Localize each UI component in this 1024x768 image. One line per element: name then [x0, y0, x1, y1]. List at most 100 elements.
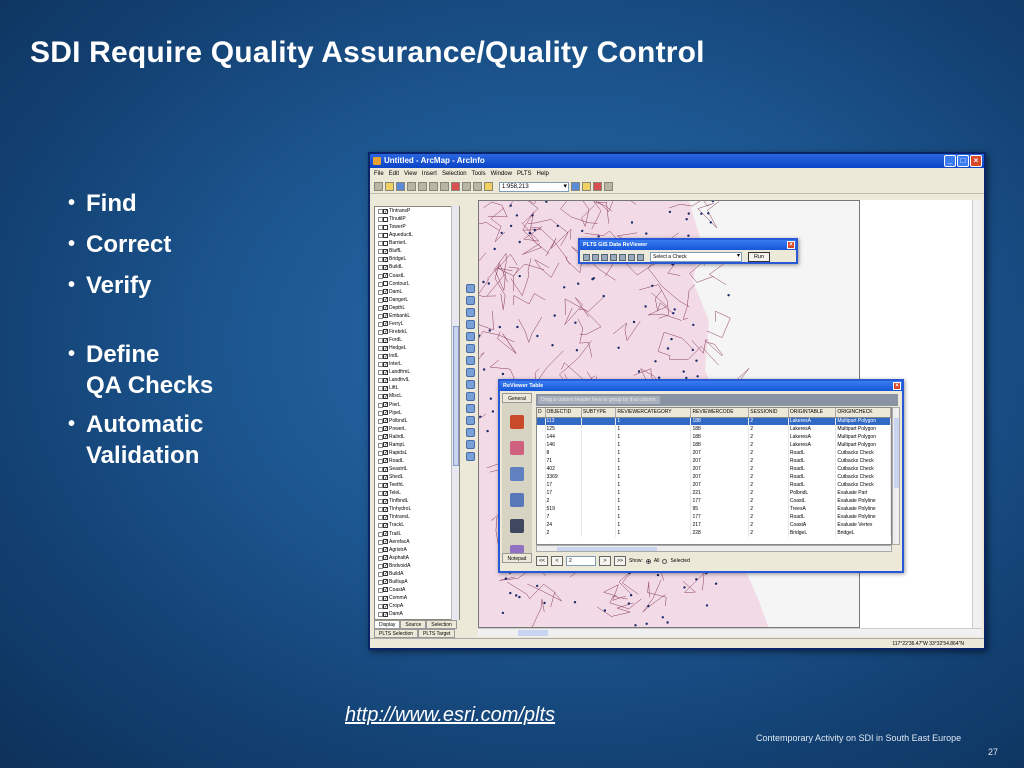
tab-display[interactable]: Display — [374, 620, 401, 629]
layer-checkbox[interactable]: ✓ — [383, 361, 388, 367]
table-row[interactable]: 112 1 188 2 LakeresA Multipart Polygon — [537, 417, 891, 425]
toc-layer-item[interactable]: ✓ ShedL — [375, 473, 459, 481]
menu-item-file[interactable]: File — [374, 168, 384, 180]
data-reviewer-title[interactable]: PLTS GIS Data ReViewer × — [580, 240, 796, 250]
arccatalog-icon[interactable] — [582, 182, 591, 191]
layer-checkbox[interactable]: ✓ — [383, 555, 388, 561]
menu-item-view[interactable]: View — [404, 168, 417, 180]
report-icon[interactable] — [510, 519, 524, 533]
toc-layer-item[interactable]: ✓ MiscL — [375, 392, 459, 400]
layer-checkbox[interactable] — [383, 224, 388, 230]
map-scale-select[interactable]: 1:958,213 — [499, 181, 569, 192]
toc-layer-item[interactable]: ✓ TeethL — [375, 481, 459, 489]
toc-layer-item[interactable]: ✓ TlnfbndL — [375, 497, 459, 505]
toc-layer-item[interactable]: AqueductL — [375, 231, 459, 239]
check-select[interactable]: Select a Check — [650, 252, 742, 262]
grid-vertical-scrollbar[interactable] — [892, 407, 900, 545]
toc-layer-item[interactable]: BarrierL — [375, 239, 459, 247]
layer-checkbox[interactable]: ✓ — [383, 256, 388, 262]
layer-checkbox[interactable]: ✓ — [383, 474, 388, 480]
layer-checkbox[interactable]: ✓ — [383, 345, 388, 351]
toc-layer-item[interactable]: ✓ RapidsL — [375, 449, 459, 457]
table-row[interactable]: 7 1 177 2 RoadL Evaluate Polyline — [537, 513, 891, 521]
find-icon[interactable] — [466, 416, 475, 425]
editor-toolbar-icon[interactable] — [571, 182, 580, 191]
layer-checkbox[interactable]: ✓ — [383, 539, 388, 545]
table-row[interactable]: 2 1 177 2 CoastL Evaluate Polyline — [537, 497, 891, 505]
toc-layer-item[interactable]: ✓ RampL — [375, 441, 459, 449]
layer-checkbox[interactable]: ✓ — [383, 547, 388, 553]
redo-icon[interactable] — [473, 182, 482, 191]
fixed-zoom-out-icon[interactable] — [466, 320, 475, 329]
layer-checkbox[interactable]: ✓ — [383, 426, 388, 432]
toc-layer-item[interactable]: ✓ FordL — [375, 336, 459, 344]
layer-checkbox[interactable]: ✓ — [383, 563, 388, 569]
layer-checkbox[interactable]: ✓ — [383, 522, 388, 528]
toc-layer-item[interactable]: ✓ PolbndL — [375, 417, 459, 425]
grid-horizontal-scrollbar[interactable] — [536, 545, 892, 552]
paste-icon[interactable] — [440, 182, 449, 191]
layer-checkbox[interactable]: ✓ — [383, 531, 388, 537]
layer-checkbox[interactable]: ✓ — [383, 313, 388, 319]
layer-checkbox[interactable]: ✓ — [383, 571, 388, 577]
toc-layer-item[interactable]: ✓ CropA — [375, 602, 459, 610]
identify-icon[interactable] — [466, 404, 475, 413]
add-data-icon[interactable] — [484, 182, 493, 191]
column-header[interactable]: REVIEWERCATEGORY — [615, 408, 692, 418]
toc-layer-item[interactable]: TowerP — [375, 223, 459, 231]
toc-layer-item[interactable]: ✓ IndL — [375, 352, 459, 360]
maximize-button[interactable]: □ — [957, 155, 969, 167]
table-row[interactable]: 71 1 207 2 RoadL Cutbacks Check — [537, 457, 891, 465]
toc-layer-item[interactable]: ✓ RailrdL — [375, 433, 459, 441]
layer-checkbox[interactable] — [383, 281, 388, 287]
toc-layer-item[interactable]: ✓ PipeL — [375, 409, 459, 417]
column-header[interactable]: REVIEWERCODE — [690, 408, 750, 418]
menu-item-plts[interactable]: PLTS — [517, 168, 532, 180]
layer-checkbox[interactable]: ✓ — [383, 514, 388, 520]
cut-icon[interactable] — [418, 182, 427, 191]
close-icon[interactable]: × — [787, 241, 795, 249]
reviewer-table-title[interactable]: ReViewer Table × — [500, 381, 902, 391]
table-row[interactable]: 125 1 188 2 LakeresA Multipart Polygon — [537, 425, 891, 433]
layer-checkbox[interactable]: ✓ — [383, 377, 388, 383]
layer-checkbox[interactable]: ✓ — [383, 611, 388, 617]
layer-checkbox[interactable]: ✓ — [383, 353, 388, 359]
measure-icon[interactable] — [466, 428, 475, 437]
prev-page-button[interactable]: < — [551, 556, 563, 566]
tab-notepad[interactable]: Notepad — [502, 553, 532, 563]
close-button[interactable]: × — [970, 155, 982, 167]
column-header[interactable]: OBJECTID — [545, 408, 582, 418]
zoom-in-icon[interactable] — [466, 284, 475, 293]
toc-layer-item[interactable]: ✓ RoadL — [375, 457, 459, 465]
toc-layer-item[interactable]: ✓ TlnhydroL — [375, 505, 459, 513]
table-row[interactable]: 17 1 221 2 PolbndL Evaluate Part — [537, 489, 891, 497]
full-extent-icon[interactable] — [466, 344, 475, 353]
back-extent-icon[interactable] — [466, 356, 475, 365]
toc-layer-item[interactable]: ✓ FirebrkL — [375, 328, 459, 336]
toc-layer-item[interactable]: ✓ SeastrtL — [375, 465, 459, 473]
menu-item-insert[interactable]: Insert — [422, 168, 437, 180]
batch-icon[interactable] — [628, 253, 635, 261]
table-row[interactable]: 24 1 217 2 CoastA Evaluate Vertex — [537, 521, 891, 529]
toc-layer-item[interactable]: ✓ AgristrA — [375, 546, 459, 554]
table-row[interactable]: 3369 1 207 2 RoadL Cutbacks Check — [537, 473, 891, 481]
reviewer-table-icon[interactable] — [592, 253, 599, 261]
group-by-bar[interactable]: Drag a column header here to group by th… — [536, 394, 898, 406]
map-vertical-scrollbar[interactable] — [972, 200, 982, 628]
flag-icon[interactable] — [610, 253, 617, 261]
new-document-icon[interactable] — [374, 182, 383, 191]
map-horizontal-scrollbar[interactable] — [478, 628, 982, 637]
toc-layer-item[interactable]: ✓ BluffL — [375, 247, 459, 255]
toc-layer-item[interactable]: ✓ LiftL — [375, 384, 459, 392]
layer-checkbox[interactable] — [383, 240, 388, 246]
layer-checkbox[interactable]: ✓ — [383, 410, 388, 416]
column-header[interactable]: D — [537, 408, 546, 418]
layer-checkbox[interactable]: ✓ — [383, 289, 388, 295]
menu-item-tools[interactable]: Tools — [472, 168, 486, 180]
column-header[interactable]: SUBTYPE — [581, 408, 617, 418]
layer-checkbox[interactable]: ✓ — [383, 482, 388, 488]
toc-layer-item[interactable]: ✓ LandfrmL — [375, 368, 459, 376]
pan-icon[interactable] — [466, 332, 475, 341]
toc-layer-item[interactable]: ✓ HedgeL — [375, 344, 459, 352]
start-session-icon[interactable] — [583, 253, 590, 261]
